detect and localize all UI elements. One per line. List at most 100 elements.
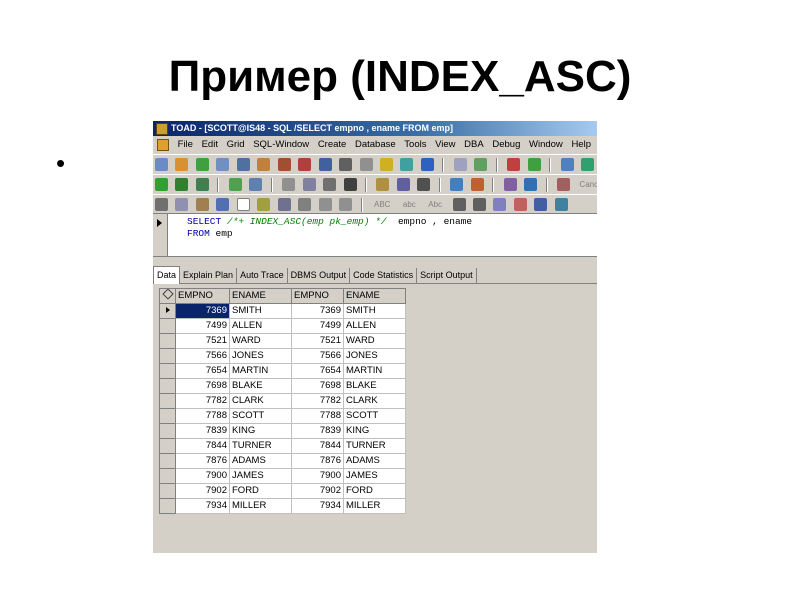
cell-ename[interactable]: ADAMS xyxy=(343,453,406,469)
table-row[interactable]: 7698 BLAKE 7698 BLAKE xyxy=(159,378,406,394)
star-icon[interactable] xyxy=(379,158,393,171)
uncomment-icon[interactable] xyxy=(302,178,316,191)
cell-empno[interactable]: 7902 xyxy=(291,483,344,499)
cell-ename[interactable]: ALLEN xyxy=(343,318,406,334)
table-row[interactable]: 7934 MILLER 7934 MILLER xyxy=(159,498,406,514)
cell-empno[interactable]: 7369 xyxy=(291,303,344,319)
cell-ename[interactable]: WARD xyxy=(229,333,292,349)
save-file-icon[interactable] xyxy=(396,178,410,191)
cell-ename[interactable]: TURNER xyxy=(343,438,406,454)
menu-window[interactable]: Window xyxy=(526,137,566,153)
row-indicator[interactable] xyxy=(159,363,176,379)
row-indicator[interactable] xyxy=(159,468,176,484)
cell-ename[interactable]: FORD xyxy=(229,483,292,499)
table-row[interactable]: 7902 FORD 7902 FORD xyxy=(159,483,406,499)
cell-empno[interactable]: 7654 xyxy=(175,363,230,379)
cell-empno[interactable]: 7900 xyxy=(291,468,344,484)
cell-empno[interactable]: 7782 xyxy=(175,393,230,409)
window-list-icon[interactable] xyxy=(453,158,467,171)
cell-ename[interactable]: BLAKE xyxy=(343,378,406,394)
table-row[interactable]: 7844 TURNER 7844 TURNER xyxy=(159,438,406,454)
table-row[interactable]: 7369 SMITH 7369 SMITH xyxy=(159,303,406,319)
replace-icon[interactable] xyxy=(298,198,312,211)
block-comment-icon[interactable] xyxy=(493,198,507,211)
cell-ename[interactable]: JAMES xyxy=(229,468,292,484)
timer-icon[interactable] xyxy=(359,158,373,171)
row-indicator[interactable] xyxy=(159,423,176,439)
cell-ename[interactable]: ADAMS xyxy=(229,453,292,469)
indent-icon[interactable] xyxy=(452,198,466,211)
menu-view[interactable]: View xyxy=(432,137,458,153)
snippet-icon[interactable] xyxy=(554,198,568,211)
cell-ename[interactable]: JAMES xyxy=(343,468,406,484)
uppercase-button[interactable]: ABC xyxy=(374,200,390,209)
document-menu-icon[interactable] xyxy=(157,139,169,151)
table-row[interactable]: 7900 JAMES 7900 JAMES xyxy=(159,468,406,484)
table-row[interactable]: 7788 SCOTT 7788 SCOTT xyxy=(159,408,406,424)
select-all-icon[interactable] xyxy=(216,198,230,211)
menu-edit[interactable]: Edit xyxy=(199,137,221,153)
paste-icon[interactable] xyxy=(195,198,209,211)
menu-tools[interactable]: Tools xyxy=(401,137,429,153)
rollback-icon[interactable] xyxy=(470,178,484,191)
outdent-icon[interactable] xyxy=(472,198,486,211)
cell-ename[interactable]: MARTIN xyxy=(343,363,406,379)
row-indicator[interactable] xyxy=(159,438,176,454)
cell-ename[interactable]: CLARK xyxy=(343,393,406,409)
cell-empno[interactable]: 7654 xyxy=(291,363,344,379)
report-icon[interactable] xyxy=(298,158,312,171)
format-code-icon[interactable] xyxy=(513,198,527,211)
cell-empno[interactable]: 7844 xyxy=(175,438,230,454)
procedure-editor-icon[interactable] xyxy=(195,158,209,171)
table-row[interactable]: 7521 WARD 7521 WARD xyxy=(159,333,406,349)
menu-debug[interactable]: Debug xyxy=(489,137,523,153)
cut-icon[interactable] xyxy=(155,198,168,211)
cell-ename[interactable]: SCOTT xyxy=(343,408,406,424)
tab-data[interactable]: Data xyxy=(153,266,181,284)
schema-browser-icon[interactable] xyxy=(175,158,189,171)
save-icon[interactable] xyxy=(339,158,353,171)
column-header-empno[interactable]: EMPNO xyxy=(291,288,344,304)
cell-empno[interactable]: 7876 xyxy=(175,453,230,469)
cell-ename[interactable]: SMITH xyxy=(343,303,406,319)
cell-ename[interactable]: ALLEN xyxy=(229,318,292,334)
cell-empno[interactable]: 7369 xyxy=(175,303,230,319)
comment-icon[interactable] xyxy=(282,178,296,191)
explain-icon[interactable] xyxy=(249,178,263,191)
cell-empno[interactable]: 7698 xyxy=(175,378,230,394)
tab-code-statistics[interactable]: Code Statistics xyxy=(350,268,418,283)
new-icon[interactable] xyxy=(236,198,250,211)
execute-step-icon[interactable] xyxy=(195,178,209,191)
row-indicator[interactable] xyxy=(159,498,176,514)
commit-icon[interactable] xyxy=(450,178,464,191)
cell-ename[interactable]: MILLER xyxy=(229,498,292,514)
table-row[interactable]: 7499 ALLEN 7499 ALLEN xyxy=(159,318,406,334)
step-icon[interactable] xyxy=(228,178,242,191)
menu-create[interactable]: Create xyxy=(315,137,350,153)
tab-script-output[interactable]: Script Output xyxy=(417,268,477,283)
cell-empno[interactable]: 7782 xyxy=(291,393,344,409)
row-indicator[interactable] xyxy=(159,453,176,469)
cell-empno[interactable]: 7844 xyxy=(291,438,344,454)
redo-icon[interactable] xyxy=(339,198,353,211)
refresh-icon[interactable] xyxy=(474,158,488,171)
format-icon[interactable] xyxy=(524,178,538,191)
execute-icon[interactable] xyxy=(155,178,168,191)
tuning-icon[interactable] xyxy=(400,158,414,171)
row-indicator[interactable] xyxy=(159,333,176,349)
menu-file[interactable]: File xyxy=(175,137,196,153)
record-icon[interactable] xyxy=(323,178,337,191)
row-indicator[interactable] xyxy=(159,483,176,499)
tree-icon[interactable] xyxy=(507,158,521,171)
window-titlebar[interactable]: TOAD - [SCOTT@IS48 - SQL /SELECT empno ,… xyxy=(153,121,597,136)
grid-icon[interactable] xyxy=(318,158,332,171)
cell-empno[interactable]: 7521 xyxy=(291,333,344,349)
capitalize-button[interactable]: Abc xyxy=(428,200,442,209)
cell-ename[interactable]: WARD xyxy=(343,333,406,349)
cell-ename[interactable]: KING xyxy=(343,423,406,439)
cell-ename[interactable]: TURNER xyxy=(229,438,292,454)
cell-empno[interactable]: 7876 xyxy=(291,453,344,469)
table-row[interactable]: 7566 JONES 7566 JONES xyxy=(159,348,406,364)
menu-grid[interactable]: Grid xyxy=(224,137,248,153)
row-indicator[interactable] xyxy=(159,318,176,334)
